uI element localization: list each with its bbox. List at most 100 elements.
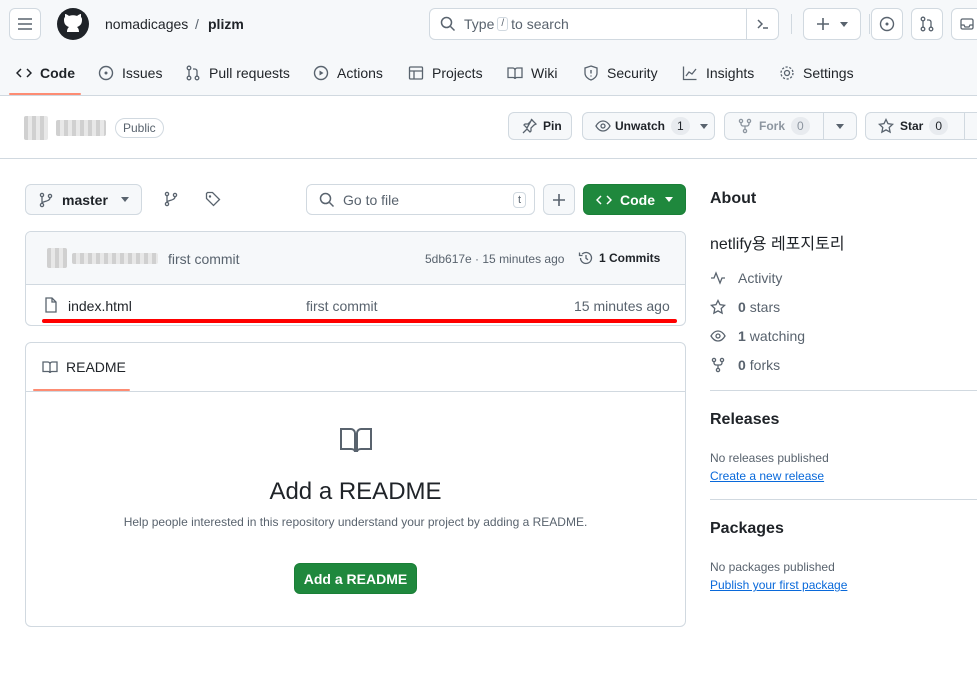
file-name[interactable]: index.html xyxy=(68,298,132,314)
star-icon xyxy=(710,299,726,315)
tab-issues[interactable]: Issues xyxy=(98,58,162,88)
readme-description: Help people interested in this repositor… xyxy=(123,515,588,529)
activity-link[interactable]: Activity xyxy=(710,270,782,286)
pull-requests-shortcut-button[interactable] xyxy=(911,8,943,40)
tab-code[interactable]: Code xyxy=(16,58,75,88)
commits-link[interactable]: 1 Commits xyxy=(578,250,660,266)
pin-label: Pin xyxy=(543,119,562,133)
code-button-label: Code xyxy=(620,191,655,208)
create-release-link[interactable]: Create a new release xyxy=(710,469,824,483)
code-dropdown-button[interactable]: Code xyxy=(583,184,686,215)
code-icon xyxy=(16,65,32,81)
star-label: Star xyxy=(900,119,924,133)
fork-button[interactable]: Fork 0 xyxy=(724,112,824,140)
readme-tab-underline xyxy=(33,389,130,391)
readme-tab-label: README xyxy=(66,359,126,375)
inbox-icon xyxy=(959,16,975,32)
readme-tab[interactable]: README xyxy=(42,359,126,375)
watching-link[interactable]: 1 watching xyxy=(710,328,805,344)
releases-empty: No releases published xyxy=(710,451,829,465)
book-icon xyxy=(507,65,523,81)
commit-hash-time[interactable]: 5db617e · 15 minutes ago xyxy=(425,252,564,266)
packages-heading[interactable]: Packages xyxy=(710,520,784,538)
stars-link[interactable]: 0 stars xyxy=(710,299,780,315)
plus-icon xyxy=(552,193,566,207)
branches-icon[interactable] xyxy=(163,191,179,207)
tab-projects[interactable]: Projects xyxy=(408,58,483,88)
inbox-button[interactable] xyxy=(951,8,977,40)
tab-wiki[interactable]: Wiki xyxy=(507,58,557,88)
search-shortcut-key: / xyxy=(497,17,509,31)
releases-heading[interactable]: Releases xyxy=(710,411,779,429)
caret-down-icon xyxy=(840,21,848,27)
add-file-button[interactable] xyxy=(543,184,575,215)
owner-avatar xyxy=(24,116,48,140)
sidebar-divider-2 xyxy=(710,499,977,500)
eye-icon xyxy=(595,118,611,134)
search-input[interactable]: Type / to search xyxy=(429,8,779,40)
star-button[interactable]: Star 0 xyxy=(865,112,965,140)
caret-down-icon xyxy=(120,197,129,202)
latest-commit-message[interactable]: first commit xyxy=(168,251,240,267)
search-placeholder-pre: Type xyxy=(464,16,495,32)
git-pull-request-icon xyxy=(919,16,935,32)
issue-opened-icon xyxy=(879,16,895,32)
book-large-icon xyxy=(340,426,372,454)
file-commit-time: 15 minutes ago xyxy=(574,298,670,314)
stars-label: stars xyxy=(749,299,781,315)
add-readme-label: Add a README xyxy=(303,570,408,587)
repo-name-blurred xyxy=(56,120,106,136)
star-dropdown-button[interactable] xyxy=(964,112,977,140)
search-icon xyxy=(319,192,335,208)
annotation-red-underline xyxy=(42,319,677,323)
tab-wiki-label: Wiki xyxy=(531,65,558,81)
watching-count: 1 xyxy=(738,328,746,344)
tab-projects-label: Projects xyxy=(432,65,483,81)
unwatch-button[interactable]: Unwatch 1 xyxy=(582,112,715,140)
packages-empty: No packages published xyxy=(710,560,835,574)
pulse-icon xyxy=(710,270,726,286)
caret-down-icon xyxy=(836,123,844,129)
tab-code-underline xyxy=(9,93,81,95)
forks-link[interactable]: 0 forks xyxy=(710,357,780,373)
committer-name-blurred[interactable] xyxy=(72,253,158,264)
tag-icon[interactable] xyxy=(205,191,221,207)
breadcrumb-owner[interactable]: nomadicages xyxy=(105,16,188,32)
caret-down-icon xyxy=(665,197,673,202)
breadcrumb-repo[interactable]: plizm xyxy=(208,16,244,32)
forks-count: 0 xyxy=(738,357,746,373)
tab-issues-label: Issues xyxy=(122,65,163,81)
branch-name: master xyxy=(62,191,108,208)
branch-select-button[interactable]: master xyxy=(25,184,142,215)
git-pull-request-icon xyxy=(185,65,201,81)
issues-shortcut-button[interactable] xyxy=(871,8,903,40)
command-palette-icon[interactable] xyxy=(746,9,778,39)
menu-button[interactable] xyxy=(9,8,41,40)
tab-actions[interactable]: Actions xyxy=(313,58,383,88)
go-to-file-input[interactable]: Go to file t xyxy=(306,184,535,215)
committer-avatar[interactable] xyxy=(47,248,67,268)
header-divider-2 xyxy=(869,14,870,34)
file-commit-message[interactable]: first commit xyxy=(306,298,378,314)
tab-settings[interactable]: Settings xyxy=(779,58,854,88)
code-icon xyxy=(596,192,612,208)
publish-package-link[interactable]: Publish your first package xyxy=(710,578,847,592)
repo-forked-icon xyxy=(737,118,753,134)
plus-icon xyxy=(816,17,830,31)
tab-pull-requests[interactable]: Pull requests xyxy=(185,58,290,88)
add-readme-button[interactable]: Add a README xyxy=(294,563,417,594)
readme-title: Add a README xyxy=(269,478,442,505)
play-icon xyxy=(313,65,329,81)
issue-opened-icon xyxy=(98,65,114,81)
tab-settings-label: Settings xyxy=(803,65,854,81)
github-logo-icon[interactable] xyxy=(57,8,89,40)
pin-button[interactable]: Pin xyxy=(508,112,572,140)
repo-head-divider xyxy=(0,158,977,159)
unwatch-label: Unwatch xyxy=(615,119,666,133)
eye-icon xyxy=(710,328,726,344)
about-heading: About xyxy=(710,190,757,207)
tab-security[interactable]: Security xyxy=(583,58,658,88)
create-new-button[interactable] xyxy=(803,8,861,40)
fork-dropdown-button[interactable] xyxy=(823,112,857,140)
tab-insights[interactable]: Insights xyxy=(682,58,754,88)
